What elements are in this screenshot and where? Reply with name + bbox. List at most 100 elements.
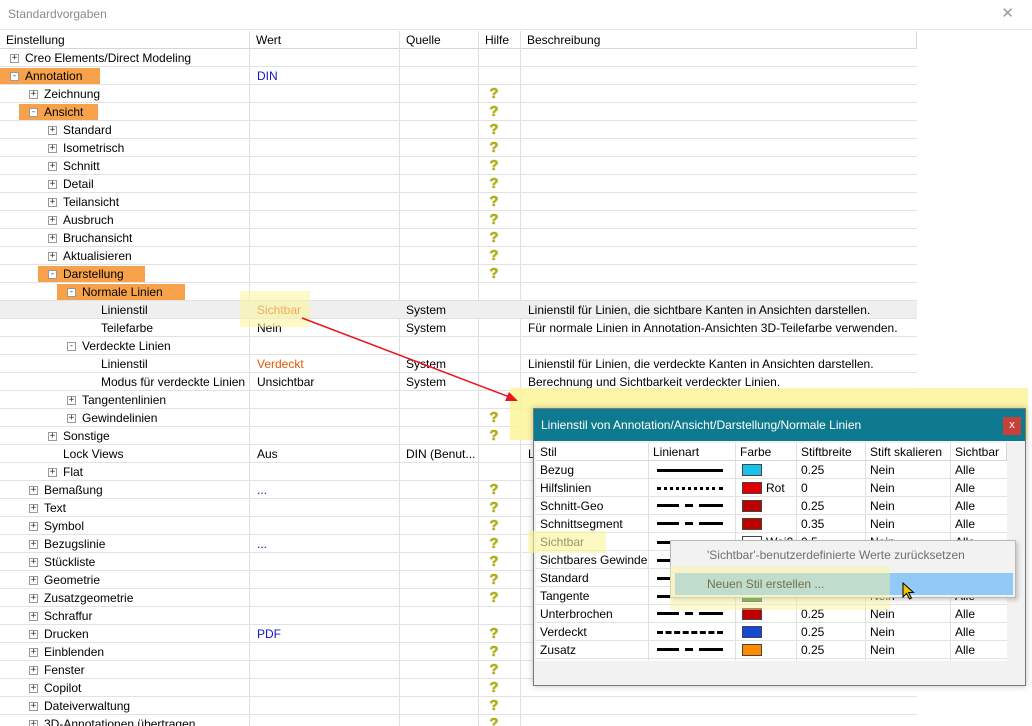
collapse-icon[interactable]: - (10, 72, 19, 81)
expand-icon[interactable]: + (29, 720, 38, 726)
expand-icon[interactable]: + (29, 540, 38, 549)
tree-row[interactable]: - Ansicht? (0, 103, 917, 121)
help-icon[interactable]: ? (487, 122, 501, 138)
dialog-column-header[interactable]: Stiftbreite (797, 443, 866, 461)
help-icon[interactable]: ? (487, 410, 501, 426)
help-icon[interactable]: ? (487, 158, 501, 174)
tree-row[interactable]: - Normale Linien (0, 283, 917, 301)
expand-icon[interactable]: + (48, 198, 57, 207)
help-icon[interactable]: ? (487, 104, 501, 120)
help-icon[interactable]: ? (487, 266, 501, 282)
expand-icon[interactable]: + (67, 396, 76, 405)
tree-row[interactable]: LinienstilSichtbarSystemLinienstil für L… (0, 301, 917, 319)
setting-value[interactable]: ... (257, 481, 399, 499)
expand-icon[interactable]: + (29, 702, 38, 711)
dialog-column-header[interactable]: Farbe (736, 443, 797, 461)
tree-row[interactable]: Teilefarbe Nein System Für normale Linien i… (0, 319, 917, 337)
tree-row[interactable]: + Ausbruch? (0, 211, 917, 229)
expand-icon[interactable]: + (48, 144, 57, 153)
column-header[interactable]: Hilfe (479, 31, 521, 49)
close-icon[interactable]: ✕ (1001, 4, 1014, 22)
tree-row[interactable]: +3D-Annotationen übertragen? (0, 715, 917, 726)
expand-icon[interactable]: + (48, 216, 57, 225)
help-icon[interactable]: ? (487, 662, 501, 678)
expand-icon[interactable]: + (48, 234, 57, 243)
tree-row[interactable]: + Schnitt? (0, 157, 917, 175)
help-icon[interactable]: ? (487, 680, 501, 696)
setting-value[interactable]: Verdeckt (257, 355, 399, 373)
linestyle-row[interactable]: Verdeckt 0.25 Nein Alle (536, 623, 1007, 641)
column-header[interactable]: Einstellung (0, 31, 250, 49)
linestyle-row[interactable]: Schnittsegment 0.35 Nein Alle (536, 515, 1007, 533)
help-icon[interactable]: ? (487, 698, 501, 714)
setting-value[interactable]: Aus (257, 445, 399, 463)
help-icon[interactable]: ? (487, 716, 501, 726)
setting-value[interactable]: DIN (257, 67, 399, 85)
expand-icon[interactable]: + (48, 468, 57, 477)
tree-row[interactable]: - Darstellung? (0, 265, 917, 283)
help-icon[interactable]: ? (487, 626, 501, 642)
expand-icon[interactable]: + (29, 522, 38, 531)
linestyle-row[interactable]: Bezug 0.25 Nein Alle (536, 461, 1007, 479)
setting-value[interactable]: PDF (257, 625, 399, 643)
expand-icon[interactable]: + (29, 666, 38, 675)
linestyle-row[interactable]: Hilfslinien Rot 0 Nein Alle (536, 479, 1007, 497)
expand-icon[interactable]: + (29, 648, 38, 657)
column-header[interactable]: Beschreibung (521, 31, 917, 49)
expand-icon[interactable]: + (29, 612, 38, 621)
help-icon[interactable]: ? (487, 230, 501, 246)
expand-icon[interactable]: + (48, 180, 57, 189)
tree-row[interactable]: + Isometrisch? (0, 139, 917, 157)
collapse-icon[interactable]: - (48, 270, 57, 279)
expand-icon[interactable]: + (10, 54, 19, 63)
expand-icon[interactable]: + (29, 504, 38, 513)
help-icon[interactable]: ? (487, 248, 501, 264)
collapse-icon[interactable]: - (67, 342, 76, 351)
dialog-close-icon[interactable]: x (1003, 417, 1021, 435)
expand-icon[interactable]: + (29, 630, 38, 639)
help-icon[interactable]: ? (487, 572, 501, 588)
help-icon[interactable]: ? (487, 536, 501, 552)
help-icon[interactable]: ? (487, 176, 501, 192)
help-icon[interactable]: ? (487, 644, 501, 660)
expand-icon[interactable]: + (48, 432, 57, 441)
collapse-icon[interactable]: - (29, 108, 38, 117)
tree-row[interactable]: + Standard? (0, 121, 917, 139)
help-icon[interactable]: ? (487, 500, 501, 516)
help-icon[interactable]: ? (487, 590, 501, 606)
tree-row[interactable]: + Teilansicht? (0, 193, 917, 211)
help-icon[interactable]: ? (487, 140, 501, 156)
tree-row[interactable]: Linienstil Verdeckt System Linienstil für L… (0, 355, 917, 373)
tree-row[interactable]: - Verdeckte Linien (0, 337, 917, 355)
expand-icon[interactable]: + (29, 90, 38, 99)
expand-icon[interactable]: + (29, 594, 38, 603)
column-header[interactable]: Quelle (400, 31, 479, 49)
tree-row[interactable]: - Annotation DIN (0, 67, 917, 85)
help-icon[interactable]: ? (487, 554, 501, 570)
dialog-column-header[interactable]: Linienart (649, 443, 736, 461)
tree-row[interactable]: + Creo Elements/Direct Modeling (0, 49, 917, 67)
help-icon[interactable]: ? (487, 86, 501, 102)
help-icon[interactable]: ? (487, 482, 501, 498)
tree-row[interactable]: + Zeichnung? (0, 85, 917, 103)
tree-row[interactable]: + Detail? (0, 175, 917, 193)
expand-icon[interactable]: + (29, 486, 38, 495)
expand-icon[interactable]: + (67, 414, 76, 423)
column-header[interactable]: Wert (250, 31, 400, 49)
help-icon[interactable]: ? (487, 518, 501, 534)
expand-icon[interactable]: + (29, 558, 38, 567)
dialog-column-header[interactable]: Sichtbar (951, 443, 1007, 461)
expand-icon[interactable]: + (29, 576, 38, 585)
menu-item-reset[interactable]: 'Sichtbar'-benutzerdefinierte Werte zurü… (707, 548, 965, 562)
linestyle-row[interactable]: Schnitt-Geo 0.25 Nein Alle (536, 497, 1007, 515)
setting-value[interactable]: ... (257, 535, 399, 553)
tree-row[interactable]: + Aktualisieren? (0, 247, 917, 265)
expand-icon[interactable]: + (48, 162, 57, 171)
help-icon[interactable]: ? (487, 194, 501, 210)
help-icon[interactable]: ? (487, 212, 501, 228)
tree-row[interactable]: + Dateiverwaltung? (0, 697, 917, 715)
dialog-column-header[interactable]: Stift skalieren (866, 443, 951, 461)
linestyle-row[interactable]: Zusatz 0.25 Nein Alle (536, 641, 1007, 659)
expand-icon[interactable]: + (48, 126, 57, 135)
collapse-icon[interactable]: - (67, 288, 76, 297)
